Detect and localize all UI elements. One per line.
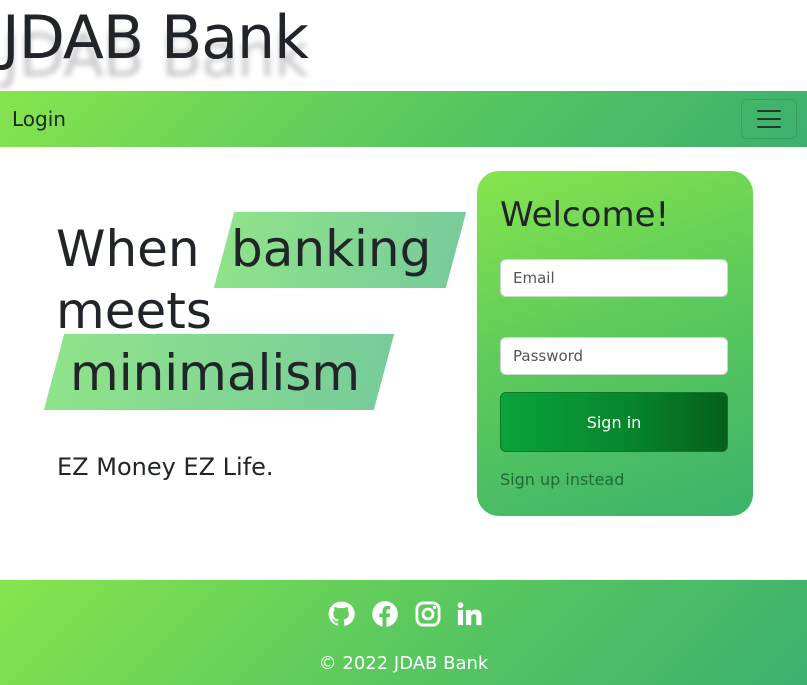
hero-word-minimalism: minimalism	[70, 344, 361, 402]
nav-login-link[interactable]: Login	[12, 106, 66, 132]
password-input[interactable]	[500, 337, 728, 375]
linkedin-icon[interactable]	[455, 600, 483, 628]
hero-word-banking: banking	[231, 220, 432, 278]
hero-word-meets: meets	[56, 282, 212, 340]
navbar: Login	[0, 91, 807, 147]
github-icon[interactable]	[327, 600, 355, 628]
sign-up-link[interactable]: Sign up instead	[500, 470, 624, 490]
footer: © 2022 JDAB Bank	[0, 580, 807, 685]
hamburger-menu-icon	[757, 110, 781, 112]
login-title: Welcome!	[500, 195, 670, 235]
hero-heading: When banking meets minimalism	[43, 210, 467, 410]
navbar-toggler-button[interactable]	[741, 99, 797, 139]
login-card: Welcome! Sign in Sign up instead	[477, 171, 753, 516]
facebook-icon[interactable]	[371, 600, 399, 628]
footer-copyright: © 2022 JDAB Bank	[318, 653, 489, 674]
hero-tagline: EZ Money EZ Life.	[57, 453, 274, 481]
email-input[interactable]	[500, 259, 728, 297]
instagram-icon[interactable]	[414, 600, 442, 628]
social-icons	[327, 600, 487, 630]
hero-word-when: When	[56, 220, 200, 278]
brand-title: JDAB Bank	[2, 3, 309, 73]
sign-in-button[interactable]: Sign in	[500, 392, 728, 452]
